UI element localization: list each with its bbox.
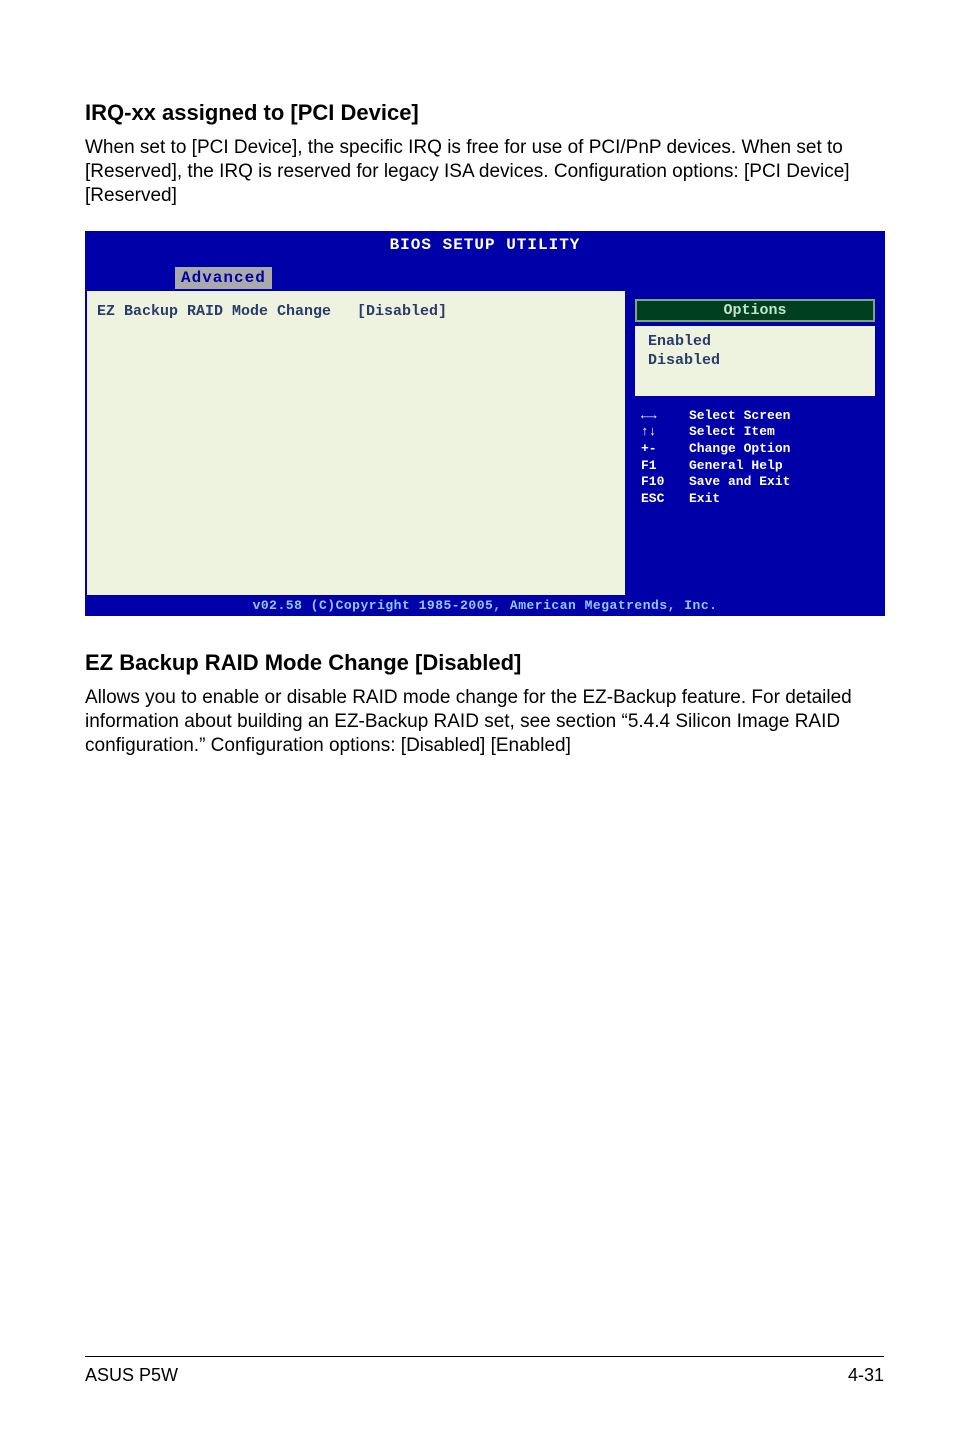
section2-body: Allows you to enable or disable RAID mod… xyxy=(85,686,884,757)
section1-body: When set to [PCI Device], the specific I… xyxy=(85,136,884,207)
nav-row: ←→Select Screen xyxy=(641,408,873,425)
nav-key: ↑↓ xyxy=(641,424,689,441)
footer-right: 4-31 xyxy=(848,1365,884,1386)
nav-row: F10Save and Exit xyxy=(641,474,873,491)
section1-title: IRQ-xx assigned to [PCI Device] xyxy=(85,100,884,126)
bios-option-disabled: Disabled xyxy=(648,352,864,371)
nav-desc: General Help xyxy=(689,458,783,475)
nav-desc: Select Screen xyxy=(689,408,790,425)
nav-key: F10 xyxy=(641,474,689,491)
nav-desc: Change Option xyxy=(689,441,790,458)
bios-left-panel: EZ Backup RAID Mode Change [Disabled] xyxy=(85,289,625,597)
bios-right-panel: Options Enabled Disabled ←→Select Screen… xyxy=(625,289,885,597)
nav-desc: Select Item xyxy=(689,424,775,441)
bios-setting-value: [Disabled] xyxy=(357,303,447,320)
nav-row: +-Change Option xyxy=(641,441,873,458)
nav-row: ↑↓Select Item xyxy=(641,424,873,441)
nav-desc: Exit xyxy=(689,491,720,508)
nav-key: +- xyxy=(641,441,689,458)
page-footer: ASUS P5W 4-31 xyxy=(85,1356,884,1386)
bios-titlebar: BIOS SETUP UTILITY Advanced xyxy=(85,231,885,289)
nav-key: ESC xyxy=(641,491,689,508)
bios-screenshot: BIOS SETUP UTILITY Advanced EZ Backup RA… xyxy=(85,231,885,616)
nav-row: F1General Help xyxy=(641,458,873,475)
nav-key: F1 xyxy=(641,458,689,475)
bios-options-header: Options xyxy=(635,299,875,322)
bios-title: BIOS SETUP UTILITY xyxy=(85,232,885,254)
bios-nav-hints: ←→Select Screen ↑↓Select Item +-Change O… xyxy=(627,402,883,516)
section2-title: EZ Backup RAID Mode Change [Disabled] xyxy=(85,650,884,676)
bios-option-enabled: Enabled xyxy=(648,333,864,352)
nav-row: ESCExit xyxy=(641,491,873,508)
bios-tab-advanced: Advanced xyxy=(175,267,272,289)
footer-left: ASUS P5W xyxy=(85,1365,178,1386)
nav-desc: Save and Exit xyxy=(689,474,790,491)
bios-options-box: Enabled Disabled xyxy=(635,326,875,396)
bios-setting-row: EZ Backup RAID Mode Change [Disabled] xyxy=(97,303,615,320)
bios-footer: v02.58 (C)Copyright 1985-2005, American … xyxy=(85,597,885,616)
bios-setting-label: EZ Backup RAID Mode Change xyxy=(97,303,357,320)
nav-key: ←→ xyxy=(641,408,689,425)
